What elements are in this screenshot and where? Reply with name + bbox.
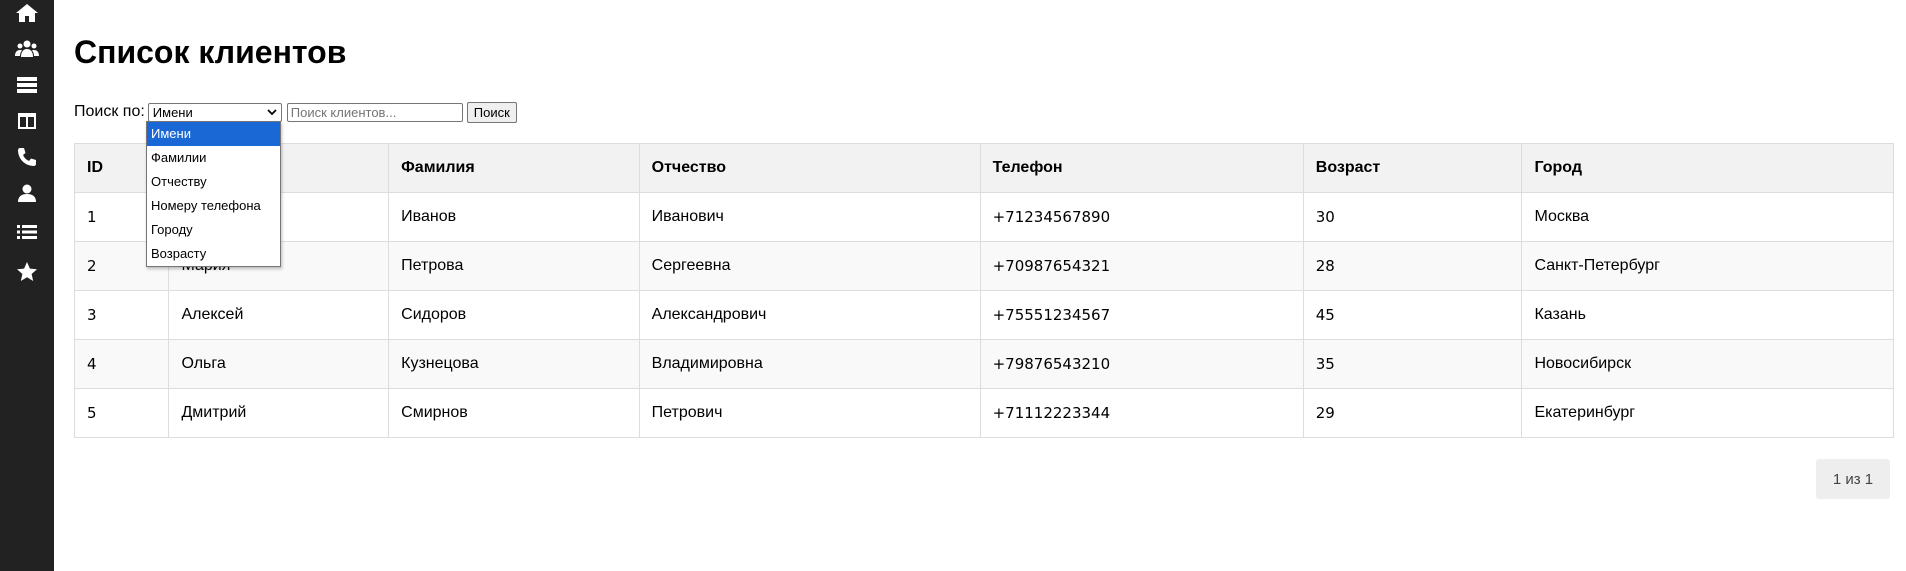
search-button[interactable]: Поиск xyxy=(466,101,517,123)
cell-age: 28 xyxy=(1302,241,1523,291)
cell-first-name: Ольга xyxy=(168,339,390,389)
cell-patronymic: Петрович xyxy=(638,388,981,438)
cell-patronymic: Сергеевна xyxy=(638,241,981,291)
column-header-patronymic: Отчество xyxy=(638,143,981,193)
sidebar-item-phone[interactable] xyxy=(0,141,54,173)
cell-patronymic: Иванович xyxy=(638,192,981,242)
search-bar: Поиск по: Имени Поиск xyxy=(74,101,517,123)
table-row: 1 Иван Иванов Иванович +71234567890 30 М… xyxy=(73,192,1894,242)
cell-last-name: Смирнов xyxy=(388,388,640,438)
cell-id: 4 xyxy=(73,339,170,389)
main-content: Список клиентов Поиск по: Имени Поиск Им… xyxy=(73,0,1894,571)
cell-id: 3 xyxy=(73,290,170,340)
sidebar-item-servers[interactable] xyxy=(0,69,54,101)
star-icon xyxy=(17,262,37,281)
cell-last-name: Петрова xyxy=(388,241,640,291)
columns-icon xyxy=(18,113,36,129)
search-field-dropdown: Имени Фамилии Отчеству Номеру телефона Г… xyxy=(146,121,281,267)
sidebar-item-home[interactable] xyxy=(0,0,54,29)
table-row: 3 Алексей Сидоров Александрович +7555123… xyxy=(73,290,1894,340)
column-header-city: Город xyxy=(1521,143,1894,193)
column-header-phone: Телефон xyxy=(979,143,1304,193)
clients-table: ID Имя Фамилия Отчество Телефон Возраст … xyxy=(73,143,1894,438)
column-header-age: Возраст xyxy=(1302,143,1523,193)
cell-last-name: Иванов xyxy=(388,192,640,242)
chevron-down-icon xyxy=(267,109,277,116)
user-icon xyxy=(18,184,36,202)
sidebar xyxy=(0,0,54,571)
table-row: 5 Дмитрий Смирнов Петрович +71112223344 … xyxy=(73,388,1894,438)
cell-last-name: Кузнецова xyxy=(388,339,640,389)
sidebar-item-clients[interactable] xyxy=(0,33,54,65)
server-icon xyxy=(17,77,37,93)
cell-age: 29 xyxy=(1302,388,1523,438)
home-icon xyxy=(16,4,38,22)
search-field-select[interactable]: Имени xyxy=(147,102,282,122)
cell-city: Екатеринбург xyxy=(1521,388,1894,438)
cell-phone: +71112223344 xyxy=(979,388,1304,438)
sidebar-item-layout[interactable] xyxy=(0,105,54,137)
phone-icon xyxy=(18,148,36,166)
cell-id: 5 xyxy=(73,388,170,438)
cell-city: Новосибирск xyxy=(1521,339,1894,389)
sidebar-item-favorites[interactable] xyxy=(0,256,54,288)
cell-city: Санкт-Петербург xyxy=(1521,241,1894,291)
cell-age: 30 xyxy=(1302,192,1523,242)
cell-city: Казань xyxy=(1521,290,1894,340)
select-value: Имени xyxy=(152,104,193,120)
table-row: 2 Мария Петрова Сергеевна +70987654321 2… xyxy=(73,241,1894,291)
cell-patronymic: Александрович xyxy=(638,290,981,340)
table-header-row: ID Имя Фамилия Отчество Телефон Возраст … xyxy=(73,143,1894,193)
users-icon xyxy=(15,40,39,57)
table-row: 4 Ольга Кузнецова Владимировна +79876543… xyxy=(73,339,1894,389)
search-input[interactable] xyxy=(286,102,463,122)
cell-phone: +70987654321 xyxy=(979,241,1304,291)
dropdown-option[interactable]: Возрасту xyxy=(147,242,280,266)
cell-age: 45 xyxy=(1302,290,1523,340)
list-icon xyxy=(17,225,37,239)
sidebar-item-list[interactable] xyxy=(0,216,54,248)
cell-last-name: Сидоров xyxy=(388,290,640,340)
cell-city: Москва xyxy=(1521,192,1894,242)
search-label: Поиск по: xyxy=(74,103,145,120)
column-header-last-name: Фамилия xyxy=(388,143,640,193)
dropdown-option[interactable]: Городу xyxy=(147,218,280,242)
dropdown-option[interactable]: Номеру телефона xyxy=(147,194,280,218)
dropdown-option[interactable]: Отчеству xyxy=(147,170,280,194)
cell-phone: +79876543210 xyxy=(979,339,1304,389)
dropdown-option[interactable]: Имени xyxy=(147,122,280,146)
sidebar-item-profile[interactable] xyxy=(0,177,54,209)
page-title: Список клиентов xyxy=(74,34,347,70)
cell-age: 35 xyxy=(1302,339,1523,389)
cell-phone: +75551234567 xyxy=(979,290,1304,340)
cell-first-name: Дмитрий xyxy=(168,388,390,438)
cell-patronymic: Владимировна xyxy=(638,339,981,389)
cell-first-name: Алексей xyxy=(168,290,390,340)
cell-phone: +71234567890 xyxy=(979,192,1304,242)
dropdown-option[interactable]: Фамилии xyxy=(147,146,280,170)
pagination-indicator: 1 из 1 xyxy=(1816,459,1890,499)
